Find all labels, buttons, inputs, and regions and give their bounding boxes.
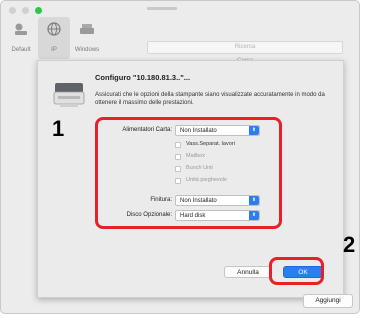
default-printer-icon [15, 23, 27, 35]
dialog-message: Assicurati che le opzioni della stampant… [95, 92, 325, 106]
toolbar-default-label: Default [11, 47, 31, 53]
minimize-window-button[interactable] [22, 7, 29, 14]
add-button[interactable]: Aggiungi [303, 294, 353, 308]
title-bar [1, 1, 359, 15]
search-input[interactable]: Ricerca [147, 41, 343, 54]
toolbar-windows-button[interactable]: Windows [71, 17, 103, 59]
toolbar-ip-button[interactable]: IP [38, 17, 70, 59]
toolbar-ip-label: IP [51, 47, 57, 53]
cancel-button[interactable]: Annulla [224, 266, 272, 278]
zoom-window-button[interactable] [35, 7, 42, 14]
window-title [147, 7, 177, 10]
printer-icon [53, 83, 85, 107]
step-number-2: 2 [343, 232, 356, 257]
close-window-button[interactable] [9, 7, 16, 14]
windows-printer-icon [80, 24, 94, 34]
ip-globe-icon [47, 22, 61, 36]
highlight-options-box [95, 117, 282, 229]
dialog-title: Configuro "10.180.81.3.."... [95, 73, 191, 82]
highlight-ok-box [269, 257, 324, 285]
toolbar-default-button[interactable]: Default [5, 17, 37, 59]
step-number-1: 1 [52, 116, 65, 141]
toolbar: Default IP Windows Ricerca Cerca [1, 17, 359, 64]
toolbar-windows-label: Windows [74, 47, 100, 53]
